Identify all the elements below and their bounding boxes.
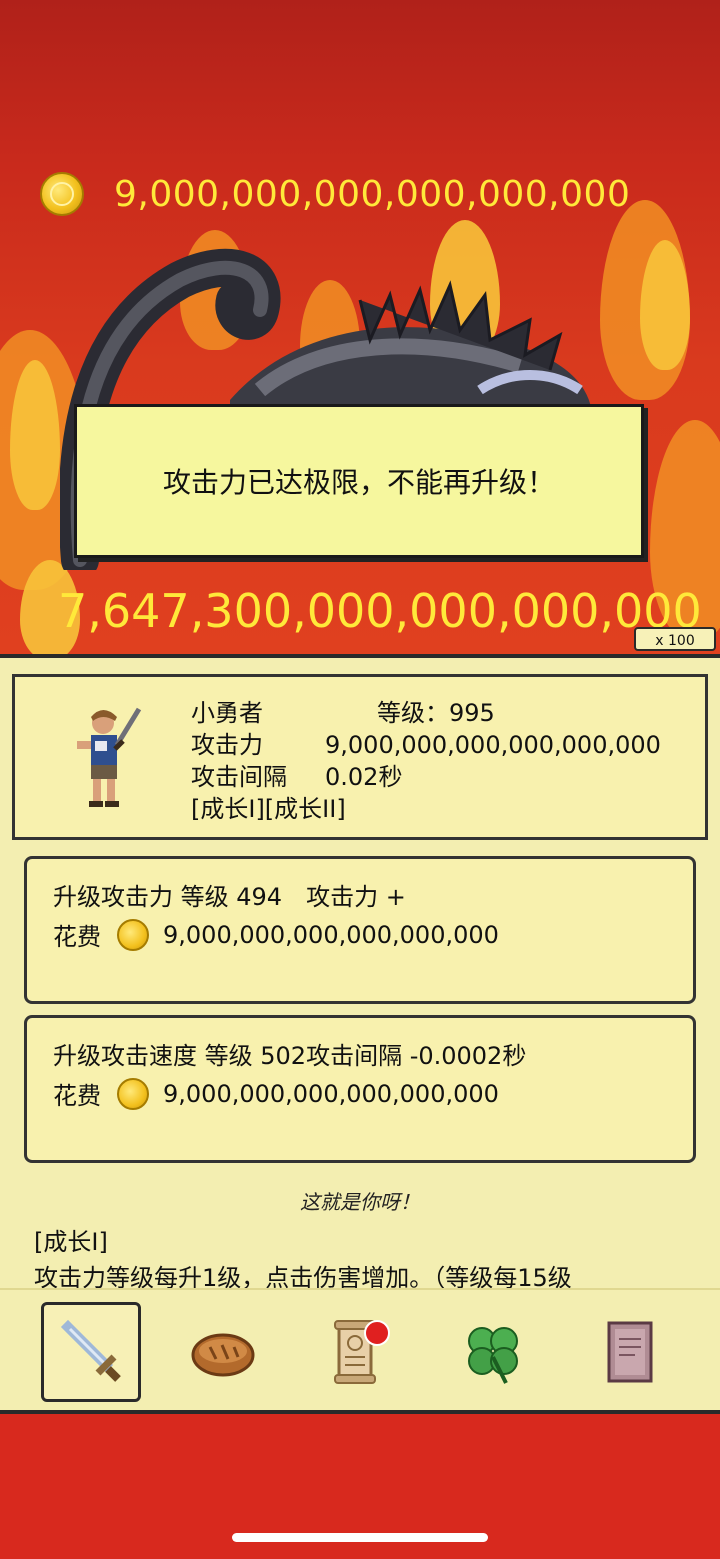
tab-scroll[interactable] — [306, 1302, 406, 1402]
book-icon — [607, 1321, 653, 1383]
toast-message: 攻击力已达极限，不能再升级！ — [162, 466, 555, 499]
cost-value: 9,000,000,000,000,000,000 — [163, 1079, 499, 1108]
gold-amount: 9,000,000,000,000,000,000 — [114, 173, 631, 215]
sword-icon — [60, 1319, 121, 1382]
tab-sword[interactable] — [41, 1302, 141, 1402]
bottom-tab-bar — [0, 1288, 720, 1414]
description-text: 攻击力等级每升1级，点击伤害增加。（等级每15级 — [34, 1264, 572, 1288]
multiplier-button[interactable]: x 100 — [634, 627, 716, 651]
upgrade-attack-cost: 花费 9,000,000,000,000,000,000 — [53, 917, 499, 952]
upgrade-attack-title: 升级攻击力 等级 494 攻击力 + — [53, 883, 406, 911]
bread-icon — [191, 1333, 255, 1377]
hero-level: 等级：995 — [377, 699, 495, 727]
tab-clover[interactable] — [443, 1302, 543, 1402]
upgrade-speed-title: 升级攻击速度 等级 502攻击间隔 -0.0002秒 — [53, 1042, 527, 1070]
description-tag: [成长I] — [34, 1228, 108, 1256]
upgrade-speed-button[interactable]: 升级攻击速度 等级 502攻击间隔 -0.0002秒 花费 9,000,000,… — [24, 1015, 696, 1163]
attack-value: 9,000,000,000,000,000,000 — [325, 731, 661, 759]
damage-display: 7,647,300,000,000,000,000 — [58, 584, 702, 638]
hero-avatar — [77, 707, 142, 807]
gold-counter: 9,000,000,000,000,000,000 — [40, 172, 630, 216]
description-title: 这就是你呀！ — [300, 1190, 420, 1214]
attack-label: 攻击力 — [191, 731, 263, 759]
upgrade-speed-cost: 花费 9,000,000,000,000,000,000 — [53, 1076, 499, 1111]
interval-label: 攻击间隔 — [191, 763, 287, 791]
interval-value: 0.02秒 — [325, 763, 403, 791]
hero-tags: [成长I][成长II] — [191, 795, 346, 823]
home-indicator[interactable] — [232, 1533, 488, 1542]
tab-bread[interactable] — [173, 1302, 273, 1402]
hero-card: 小勇者 等级：995 攻击力 9,000,000,000,000,000,000… — [12, 674, 708, 840]
cost-label: 花费 — [53, 923, 101, 951]
tab-book[interactable] — [580, 1302, 680, 1402]
max-level-toast: 攻击力已达极限，不能再升级！ — [74, 404, 644, 558]
clover-icon — [468, 1327, 518, 1384]
battle-scene[interactable]: 9,000,000,000,000,000,000 攻击力已达极限，不能再升级！… — [0, 0, 720, 660]
coin-icon — [40, 172, 84, 216]
coin-icon — [117, 918, 149, 951]
notification-badge — [364, 1320, 390, 1346]
coin-icon — [117, 1077, 149, 1110]
hero-stats: 小勇者 等级：995 攻击力 9,000,000,000,000,000,000… — [191, 697, 661, 825]
cost-label: 花费 — [53, 1082, 101, 1110]
cost-value: 9,000,000,000,000,000,000 — [163, 920, 499, 949]
hero-name: 小勇者 — [191, 699, 263, 727]
upgrade-attack-button[interactable]: 升级攻击力 等级 494 攻击力 + 花费 9,000,000,000,000,… — [24, 856, 696, 1004]
